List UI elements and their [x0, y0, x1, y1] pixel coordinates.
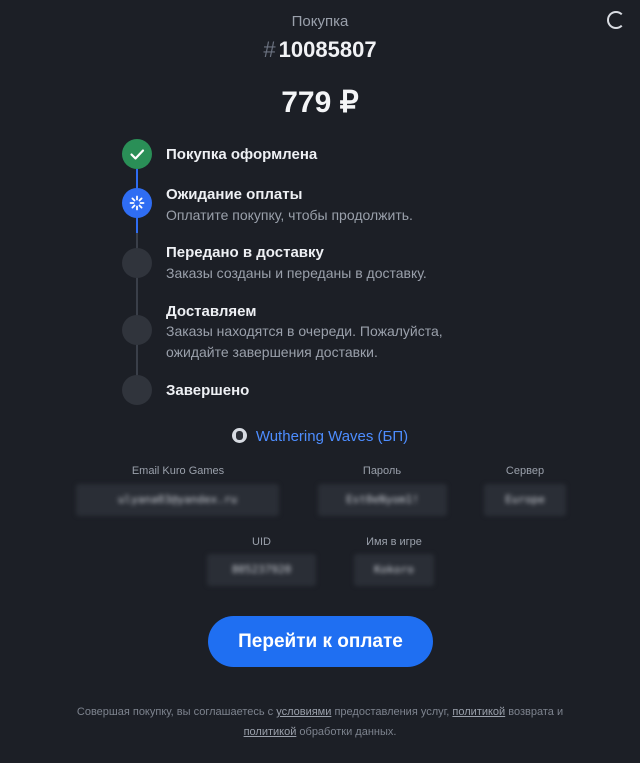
uid-value: 805237920: [207, 554, 316, 586]
step-done-icon: [122, 139, 152, 169]
step-loading-icon: [122, 188, 152, 218]
game-name[interactable]: Wuthering Waves (БП): [256, 428, 408, 445]
step-title-4: Доставляем: [166, 303, 257, 320]
timeline-rail-active: [136, 217, 138, 233]
step-desc-4: Заказы находятся в очереди. Пожалуйста, …: [166, 323, 443, 360]
step-title-1: Покупка оформлена: [166, 146, 318, 163]
nickname-value: Kokoro: [354, 554, 434, 586]
step-title-2: Ожидание оплаты: [166, 186, 303, 203]
footer-text: Совершая покупку, вы соглашаетесь с: [76, 706, 277, 718]
step-desc-3: Заказы созданы и переданы в доставку.: [166, 265, 427, 281]
order-number: 10085807: [278, 37, 377, 62]
privacy-policy-link[interactable]: политикой: [244, 726, 297, 738]
footer-text: предоставления услуг,: [331, 706, 453, 718]
footer-legal-text: Совершая покупку, вы соглашаетесь с усло…: [40, 702, 600, 742]
server-label: Сервер: [505, 465, 545, 477]
order-status-timeline: Покупка оформлена Ожидание оплаты Оплати…: [122, 137, 562, 417]
game-icon: [231, 428, 247, 443]
password-value: Est0eNyom1!: [318, 484, 447, 516]
hash-symbol: #: [263, 37, 276, 62]
email-value: ulyana03@yandex.ru: [76, 484, 279, 516]
refund-policy-link[interactable]: политикой: [452, 706, 505, 718]
email-label: Email Kuro Games: [131, 465, 225, 477]
nickname-label: Имя в игре: [366, 536, 422, 548]
price: 779 ₽: [281, 86, 359, 119]
go-to-payment-button[interactable]: Перейти к оплате: [208, 616, 433, 667]
step-pending-icon: [122, 315, 152, 345]
step-pending-icon: [122, 375, 152, 405]
footer-text: обработки данных.: [296, 726, 397, 738]
uid-label: UID: [252, 536, 271, 548]
step-title-5: Завершено: [166, 382, 250, 399]
loading-spinner-icon: [607, 11, 625, 29]
step-pending-icon: [122, 248, 152, 278]
footer-text: возврата и: [505, 706, 564, 718]
server-value: Europe: [484, 484, 566, 516]
terms-link[interactable]: условиями: [276, 706, 331, 718]
step-desc-2: Оплатите покупку, чтобы продолжить.: [166, 207, 413, 223]
password-label: Пароль: [362, 465, 402, 477]
step-title-3: Передано в доставку: [166, 244, 324, 261]
header-label: Покупка: [291, 13, 349, 30]
game-link[interactable]: Wuthering Waves (БП): [0, 428, 640, 445]
order-id: #10085807: [0, 37, 640, 63]
